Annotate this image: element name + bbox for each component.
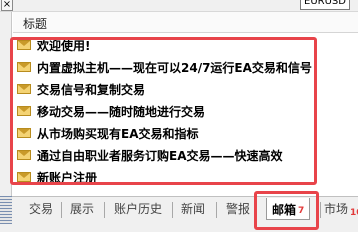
list-item[interactable]: 欢迎使用!: [13, 34, 358, 56]
tab-market[interactable]: 市场: [324, 201, 348, 219]
envelope-icon: [17, 172, 31, 182]
symbol-field[interactable]: EURUSD: [300, 0, 350, 10]
envelope-icon: [17, 150, 31, 160]
toolbar-strip: × EURUSD: [0, 0, 358, 12]
envelope-icon: [17, 106, 31, 116]
tab-mailbox[interactable]: 邮箱 7: [266, 198, 310, 220]
message-title: 通过自由职业者服务订购EA交易——快速高效: [37, 149, 283, 163]
envelope-icon: [17, 40, 31, 50]
message-title: 移动交易——随时随地进行交易: [37, 105, 206, 119]
list-item[interactable]: 移动交易——随时随地进行交易: [13, 100, 358, 122]
message-title: 交易信号和复制交易: [37, 83, 146, 97]
market-count-badge: 10: [350, 208, 358, 218]
close-icon[interactable]: ×: [1, 0, 13, 11]
column-header-title[interactable]: 标题: [13, 12, 358, 33]
message-title: 内置虚拟主机——现在可以24/7运行EA交易和信号: [37, 61, 312, 75]
tab-divider: [216, 202, 217, 218]
list-item[interactable]: 通过自由职业者服务订购EA交易——快速高效: [13, 144, 358, 166]
tab-exposure[interactable]: 展示: [70, 201, 94, 219]
tab-alerts[interactable]: 警报: [226, 201, 250, 219]
tab-divider: [104, 202, 105, 218]
envelope-icon: [17, 128, 31, 138]
tab-divider: [320, 202, 321, 218]
envelope-icon: [17, 62, 31, 72]
mailbox-count-badge: 7: [298, 206, 305, 216]
tab-mailbox-label: 邮箱: [272, 203, 297, 217]
column-header-label: 标题: [23, 17, 48, 31]
list-item[interactable]: 交易信号和复制交易: [13, 78, 358, 100]
list-item[interactable]: 从市场购买现有EA交易和指标: [13, 122, 358, 144]
envelope-icon: [17, 84, 31, 94]
tab-divider: [61, 202, 62, 218]
list-item[interactable]: 新账户注册: [13, 166, 358, 188]
message-title: 从市场购买现有EA交易和指标: [37, 127, 199, 141]
list-item[interactable]: 内置虚拟主机——现在可以24/7运行EA交易和信号: [13, 56, 358, 78]
message-title: 新账户注册: [37, 171, 98, 185]
tab-news[interactable]: 新闻: [181, 201, 205, 219]
message-title: 欢迎使用!: [37, 39, 91, 53]
tab-trade[interactable]: 交易: [29, 201, 53, 219]
grip-icon[interactable]: [0, 196, 12, 224]
tab-account-history[interactable]: 账户历史: [114, 201, 162, 219]
tab-divider: [172, 202, 173, 218]
mailbox-list: 欢迎使用! 内置虚拟主机——现在可以24/7运行EA交易和信号 交易信号和复制交…: [13, 34, 358, 194]
toolbox-side-strip: [0, 12, 12, 227]
